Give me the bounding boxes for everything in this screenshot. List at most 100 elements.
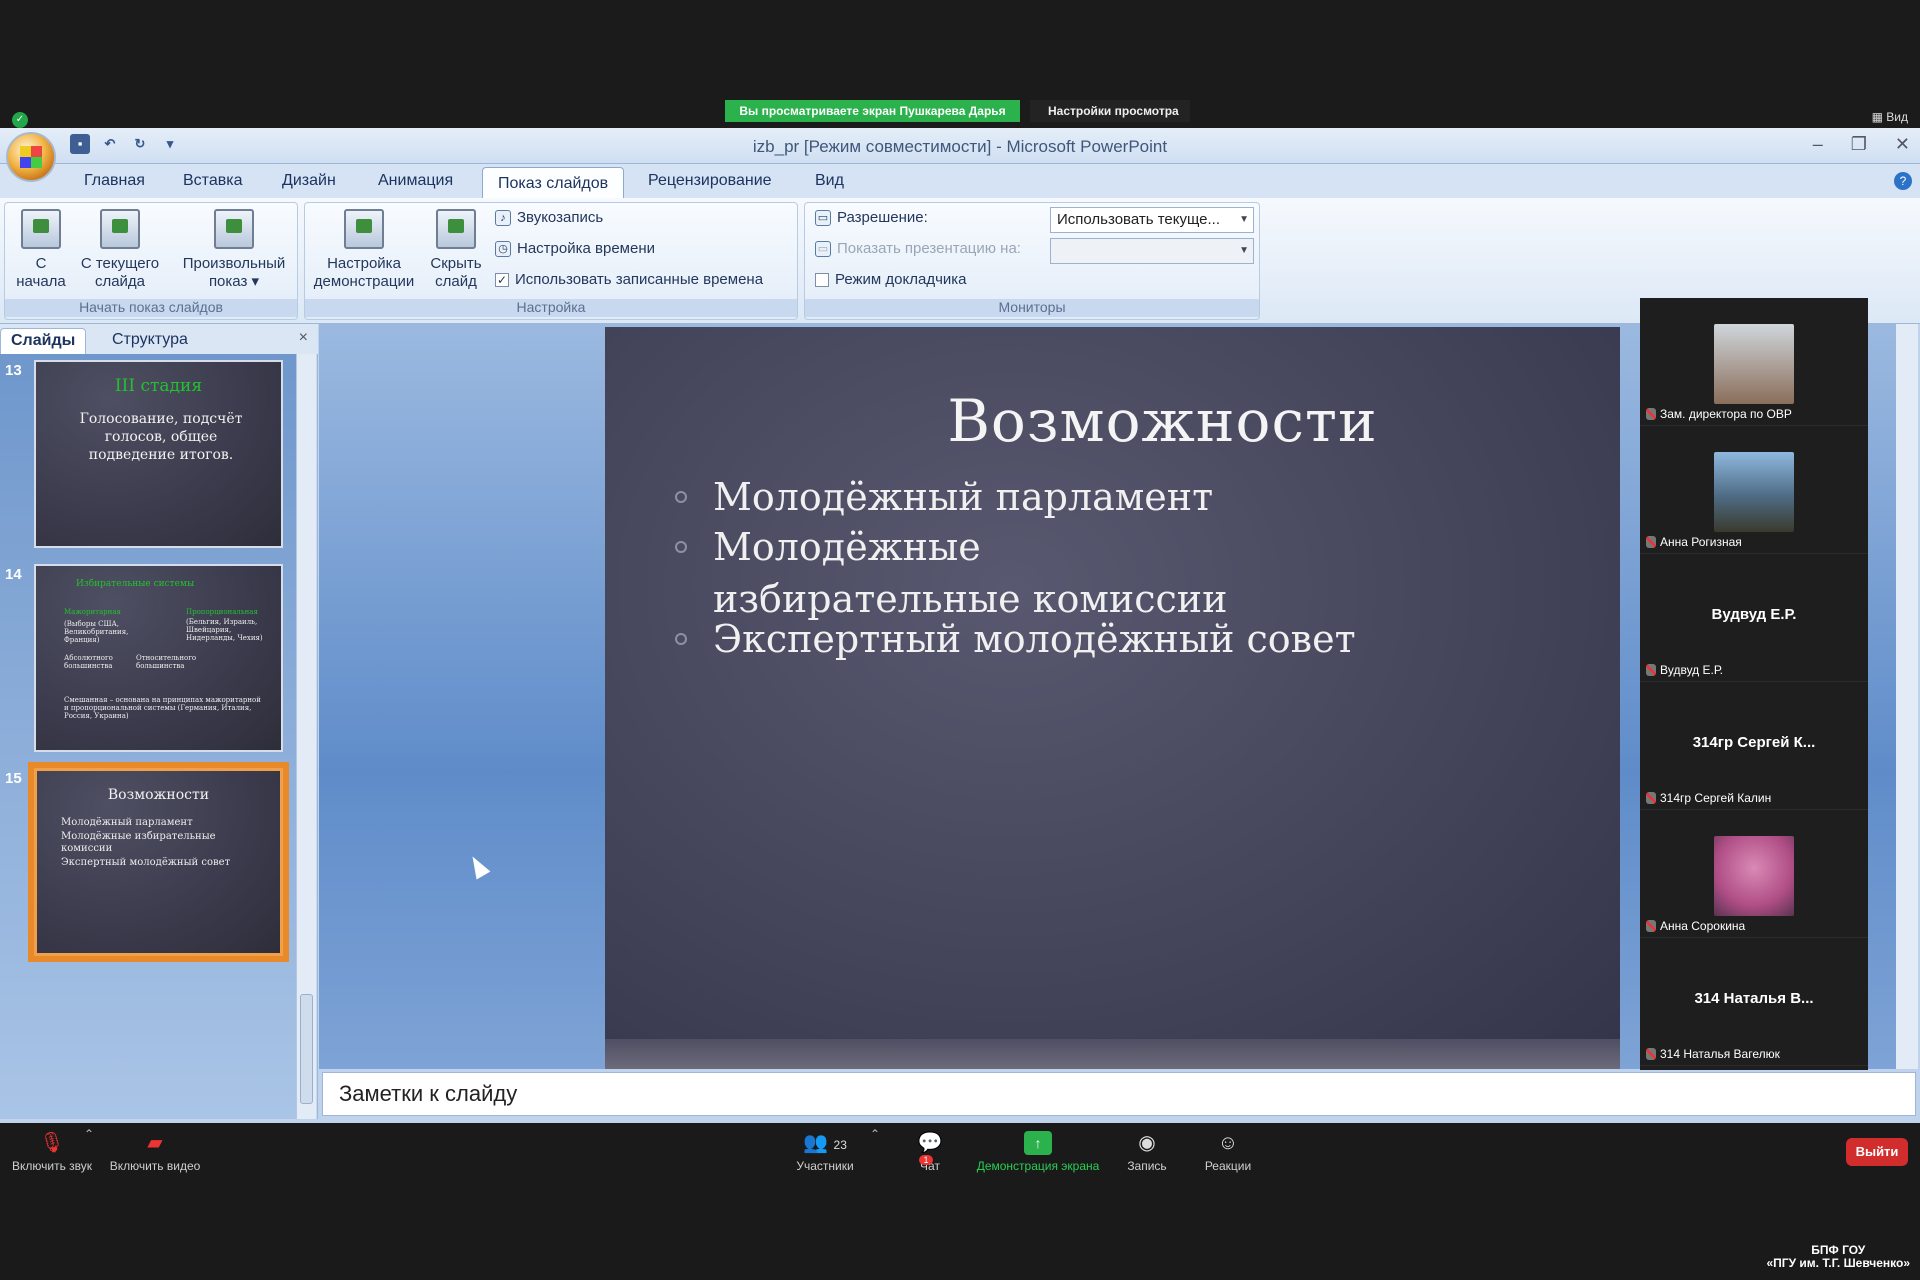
slides-scrollbar[interactable] (296, 354, 316, 1119)
participant-label: Вудвуд Е.Р. (1646, 663, 1723, 677)
scrollbar-thumb[interactable] (300, 994, 313, 1104)
reactions-button[interactable]: ☺ Реакции (1198, 1131, 1258, 1173)
notes-field[interactable]: Заметки к слайду (322, 1072, 1916, 1116)
slide-decoration (605, 1039, 1620, 1069)
share-screen-button[interactable]: ↑ Демонстрация экрана (970, 1131, 1106, 1173)
participant-tile[interactable]: Анна Сорокина (1640, 810, 1868, 938)
tab-outline[interactable]: Структура (102, 328, 198, 354)
use-timings-checkbox[interactable]: ✓ Использовать записанные времена (495, 271, 763, 288)
record-narration-button[interactable]: ♪ Звукозапись (495, 209, 603, 226)
presenter-view-checkbox[interactable]: Режим докладчика (815, 271, 967, 288)
close-icon[interactable]: ✕ (1895, 134, 1910, 155)
office-button[interactable] (6, 132, 56, 182)
show-on-select[interactable]: ▼ (1050, 238, 1254, 264)
participant-name: 314 Наталья Вагелюк (1660, 1047, 1780, 1061)
participant-display-name: 314 Наталья В... (1694, 990, 1814, 1007)
thumb-line: Пропорциональная (186, 608, 258, 616)
participant-photo (1714, 452, 1794, 532)
tab-slides[interactable]: Слайды (0, 328, 87, 354)
participant-tile[interactable]: Вудвуд Е.Р. Вудвуд Е.Р. (1640, 554, 1868, 682)
reactions-label: Реакции (1204, 1159, 1252, 1173)
slide-bullet[interactable]: Молодёжные избирательные комиссии (675, 521, 1273, 625)
record-button[interactable]: ◉ Запись (1120, 1131, 1174, 1173)
participants-options-chevron-icon[interactable]: ⌃ (870, 1127, 880, 1141)
resolution-value: Использовать текуще... (1057, 211, 1220, 228)
view-options-button[interactable]: Настройки просмотра ⌄ (1030, 100, 1190, 140)
close-panel-icon[interactable]: × (299, 329, 308, 347)
slide-thumbnail-14[interactable]: Избирательные системы Мажоритарная Пропо… (34, 564, 283, 752)
thumb-line: Абсолютного большинства (64, 654, 113, 670)
tab-design[interactable]: Дизайн (282, 172, 336, 190)
start-video-button[interactable]: ▰ Включить видео (108, 1131, 202, 1173)
tab-insert[interactable]: Вставка (183, 172, 242, 190)
leave-button[interactable]: Выйти (1846, 1138, 1908, 1166)
slideshow-current-icon (100, 209, 140, 249)
hide-slide-button[interactable]: Скрыть слайд (425, 209, 487, 291)
participant-tile[interactable]: 314 Наталья В... 314 Наталья Вагелюк (1640, 938, 1868, 1066)
unmute-button[interactable]: 🎙 Включить звук (10, 1131, 94, 1173)
slide-bullet[interactable]: Экспертный молодёжный совет (675, 613, 1356, 665)
maximize-icon[interactable]: ❐ (1851, 134, 1867, 155)
slide-bullet[interactable]: Молодёжный парламент (675, 471, 1213, 523)
tab-view[interactable]: Вид (815, 172, 844, 190)
muted-mic-icon (1646, 1048, 1656, 1060)
rehearse-timings-button[interactable]: ◷ Настройка времени (495, 240, 655, 257)
participant-tile[interactable]: Зам. директора по ОВР (1640, 298, 1868, 426)
participant-photo (1714, 836, 1794, 916)
participant-label: 314 Наталья Вагелюк (1646, 1047, 1780, 1061)
slide-title[interactable]: Возможности (605, 387, 1620, 455)
participants-button[interactable]: 👥 23 Участники (790, 1131, 860, 1173)
audio-options-chevron-icon[interactable]: ⌃ (84, 1127, 94, 1141)
bullet-text: Экспертный молодёжный совет (713, 617, 1356, 661)
thumb-line: (Выборы США, Великобритания, Франция) (64, 620, 129, 644)
title-bar: ▪ ↶ ↻ ▾ izb_pr [Режим совместимости] - M… (0, 128, 1920, 164)
hide-slide-label-2: слайд (435, 273, 477, 290)
powerpoint-window: ▪ ↶ ↻ ▾ izb_pr [Режим совместимости] - M… (0, 128, 1920, 1123)
slide-thumbnail-13[interactable]: III стадия Голосование, подсчёт голосов,… (34, 360, 283, 548)
from-current-label-2: слайда (94, 273, 146, 290)
share-screen-icon: ↑ (1024, 1131, 1052, 1155)
gallery-scrollbar[interactable] (1900, 326, 1918, 941)
setup-show-label: Настройка (327, 255, 401, 272)
tab-home[interactable]: Главная (84, 172, 145, 190)
help-icon[interactable]: ? (1894, 172, 1912, 190)
thumb-title: Возможности (107, 787, 210, 803)
shield-icon[interactable]: ✓ (12, 112, 28, 128)
hide-slide-icon (436, 209, 476, 249)
view-label: Вид (1886, 110, 1908, 124)
participant-name: Анна Сорокина (1660, 919, 1746, 933)
from-start-button[interactable]: С начала (11, 209, 71, 291)
tab-review[interactable]: Рецензирование (648, 172, 772, 190)
from-start-label-2: начала (16, 273, 66, 290)
setup-show-button[interactable]: Настройка демонстрации (309, 209, 419, 291)
custom-show-button[interactable]: Произвольный показ ▾ (175, 209, 293, 291)
participant-tile[interactable]: 314гр Сергей К... 314гр Сергей Калин (1640, 682, 1868, 810)
minimize-icon[interactable]: – (1813, 134, 1823, 155)
chat-button[interactable]: 💬1 Чат (905, 1131, 955, 1173)
thumb-line: Экспертный молодёжный совет (61, 857, 231, 868)
muted-mic-icon (1646, 408, 1656, 420)
tab-slideshow[interactable]: Показ слайдов (482, 167, 625, 199)
slide-thumbnails: 13 III стадия Голосование, подсчёт голос… (0, 354, 296, 1119)
slide-thumbnail-15[interactable]: Возможности Молодёжный парламент Молодёж… (34, 768, 283, 956)
thumb-title: III стадия (114, 376, 203, 396)
speaker-icon: ♪ (495, 209, 511, 226)
record-label: Запись (1127, 1159, 1167, 1173)
group-label-start: Начать показ слайдов (5, 299, 297, 317)
tab-animation[interactable]: Анимация (378, 172, 453, 190)
resolution-select[interactable]: Использовать текуще... ▼ (1050, 207, 1254, 233)
slide-number: 13 (5, 362, 22, 379)
share-screen-label: Демонстрация экрана (976, 1159, 1100, 1173)
from-current-button[interactable]: С текущего слайда (73, 209, 167, 291)
custom-show-label: Произвольный (182, 255, 286, 272)
muted-mic-icon (1646, 536, 1656, 548)
current-slide[interactable]: Возможности Молодёжный парламент Молодёж… (605, 327, 1620, 1069)
participant-label: Анна Рогизная (1646, 535, 1742, 549)
participant-tile[interactable]: Анна Рогизная (1640, 426, 1868, 554)
custom-show-label-2: показ ▾ (208, 273, 260, 290)
monitor-icon: ▭ (815, 240, 831, 257)
view-button[interactable]: ▦ Вид (1872, 110, 1908, 124)
muted-mic-icon: 🎙 (39, 1132, 65, 1154)
share-banner: Вы просматриваете экран Пушкарева Дарья (725, 100, 1020, 122)
hide-slide-label: Скрыть (430, 255, 482, 272)
